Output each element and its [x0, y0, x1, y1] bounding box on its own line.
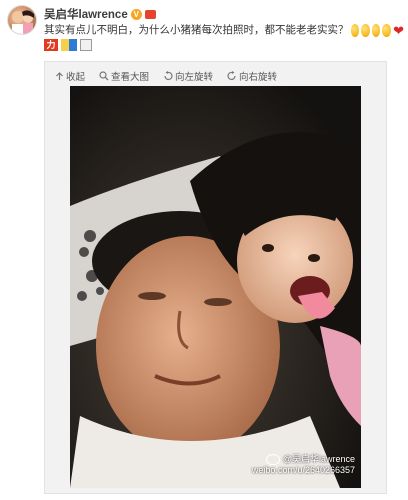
vip-icon — [144, 9, 156, 19]
avatar[interactable] — [8, 6, 36, 34]
rotate-right-label: 向右旋转 — [239, 72, 278, 83]
avatar-photo-icon — [12, 10, 34, 34]
rotate-right-icon — [227, 71, 236, 80]
li-badge: 力 — [44, 39, 58, 51]
media-panel: 收起 查看大图 向左旋转 向右旋转 @吴启华lawrence weibo.com… — [44, 61, 387, 494]
rotate-right-button[interactable]: 向右旋转 — [227, 69, 277, 83]
tongue-icon — [382, 23, 392, 37]
post-text-row: 其实有点儿不明白，为什么小猪猪每次拍照时，都不能老老实实？ ❤ — [44, 23, 404, 37]
card-badge-icon — [80, 39, 92, 51]
smile-icon — [350, 23, 360, 37]
watermark-handle: @吴启华lawrence — [282, 454, 355, 464]
collapse-button[interactable]: 收起 — [55, 69, 85, 83]
collapse-icon — [56, 71, 63, 80]
magnifier-icon — [99, 71, 109, 81]
collapse-label: 收起 — [66, 72, 86, 83]
flag-badge-icon — [61, 39, 77, 51]
photo-watermark: @吴启华lawrence weibo.com/u/2640266357 — [252, 454, 355, 476]
media-toolbar: 收起 查看大图 向左旋转 向右旋转 — [55, 69, 277, 83]
username-link[interactable]: 吴启华lawrence — [44, 6, 128, 22]
laugh-icon — [361, 23, 370, 37]
badge-row: 力 — [44, 39, 92, 51]
watermark-url: weibo.com/u/2640266357 — [251, 465, 355, 475]
post-text: 其实有点儿不明白，为什么小猪猪每次拍照时，都不能老老实实？ — [44, 24, 349, 36]
weibo-post: 吴启华lawrence V 其实有点儿不明白，为什么小猪猪每次拍照时，都不能老老… — [0, 0, 408, 500]
post-photo[interactable]: @吴启华lawrence weibo.com/u/2640266357 — [70, 86, 361, 488]
verified-icon: V — [130, 8, 142, 20]
view-large-button[interactable]: 查看大图 — [99, 69, 149, 83]
rotate-left-button[interactable]: 向左旋转 — [163, 69, 213, 83]
username-row: 吴启华lawrence V — [44, 7, 156, 21]
view-large-label: 查看大图 — [111, 72, 150, 83]
heart-icon: ❤ — [393, 22, 404, 38]
rotate-left-icon — [164, 71, 173, 80]
wink-icon — [371, 23, 381, 37]
rotate-left-label: 向左旋转 — [175, 72, 214, 83]
selfie-photo-image — [70, 86, 361, 488]
weibo-logo-icon — [265, 454, 280, 465]
